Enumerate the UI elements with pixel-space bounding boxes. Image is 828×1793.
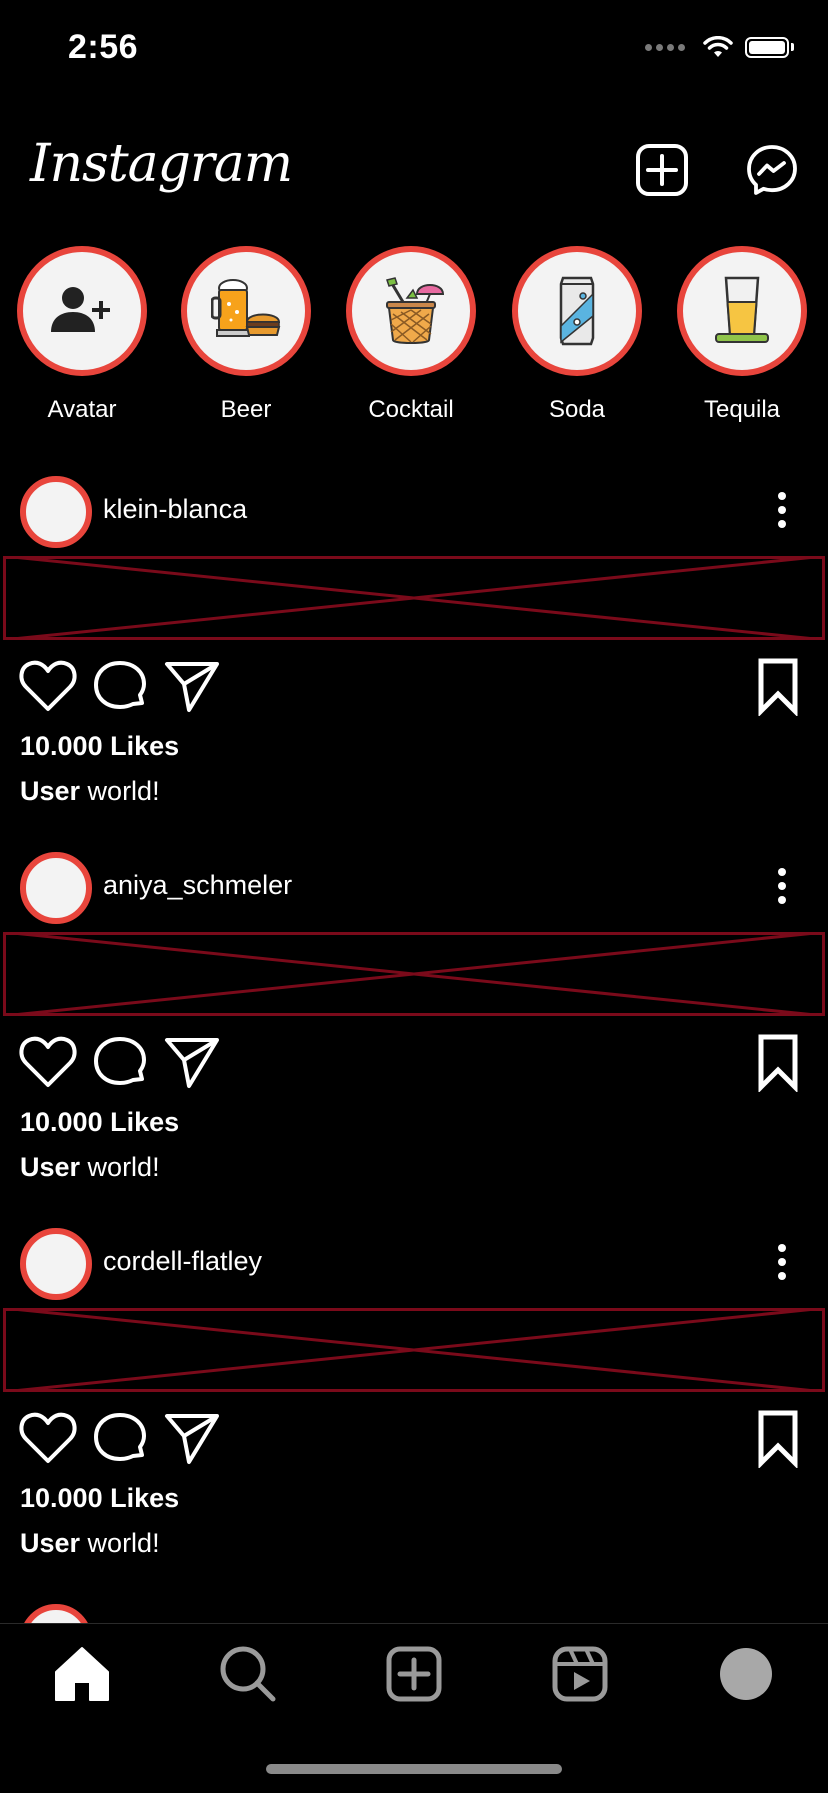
post-actions — [18, 1032, 808, 1092]
caption-text: world! — [80, 776, 160, 806]
like-heart-icon[interactable] — [18, 1032, 78, 1092]
soda-can-icon — [559, 276, 595, 346]
comment-icon[interactable] — [90, 1032, 150, 1092]
messenger-button[interactable] — [746, 144, 798, 196]
likes-count[interactable]: 10.000 Likes — [20, 1107, 179, 1138]
story-ring — [181, 246, 311, 376]
share-send-icon[interactable] — [162, 656, 222, 716]
search-icon[interactable] — [218, 1644, 278, 1704]
broken-image-placeholder — [3, 932, 825, 1016]
share-send-icon[interactable] — [162, 1032, 222, 1092]
bookmark-icon[interactable] — [748, 1408, 808, 1468]
likes-count[interactable]: 10.000 Likes — [20, 731, 179, 762]
post-avatar[interactable] — [20, 476, 92, 548]
broken-image-placeholder — [3, 556, 825, 640]
more-options-icon[interactable] — [770, 866, 794, 906]
bookmark-icon[interactable] — [748, 1032, 808, 1092]
beer-mug-burger-icon — [211, 279, 281, 337]
battery-icon — [745, 36, 789, 58]
story-ring — [677, 246, 807, 376]
comment-icon[interactable] — [90, 1408, 150, 1468]
story-cocktail[interactable]: Cocktail — [341, 246, 481, 424]
story-label: Cocktail — [368, 396, 454, 423]
post-username[interactable]: klein-blanca — [103, 494, 247, 525]
add-square-icon[interactable] — [384, 1644, 444, 1704]
story-label: Tequila — [703, 396, 781, 423]
story-label: Avatar — [47, 396, 117, 423]
share-send-icon[interactable] — [162, 1408, 222, 1468]
reels-icon[interactable] — [550, 1644, 610, 1704]
tequila-glass-icon — [715, 276, 769, 343]
post-caption: User world! — [20, 776, 160, 807]
home-icon[interactable] — [52, 1644, 112, 1704]
add-person-icon — [51, 287, 110, 332]
pineapple-cocktail-icon — [386, 277, 445, 344]
story-label: Beer — [220, 396, 272, 423]
caption-username[interactable]: User — [20, 1528, 80, 1558]
feed-post: cordell-flatley 10.000 Likes User world! — [0, 1228, 828, 1604]
story-ring — [512, 246, 642, 376]
comment-icon[interactable] — [90, 656, 150, 716]
feed-post: aniya_schmeler 10.000 Likes User world! — [0, 852, 828, 1228]
story-tequila[interactable]: Tequila — [672, 246, 812, 424]
post-avatar[interactable] — [20, 852, 92, 924]
home-indicator — [266, 1764, 562, 1774]
like-heart-icon[interactable] — [18, 1408, 78, 1468]
post-actions — [18, 656, 808, 716]
status-time: 2:56 — [68, 28, 139, 66]
story-soda[interactable]: Soda — [507, 246, 647, 424]
battery-cap — [791, 43, 794, 51]
story-avatar[interactable]: Avatar — [12, 246, 152, 424]
caption-text: world! — [80, 1528, 160, 1558]
wifi-icon — [703, 36, 733, 57]
likes-count[interactable]: 10.000 Likes — [20, 1483, 179, 1514]
story-beer[interactable]: Beer — [176, 246, 316, 424]
cellular-signal-icon — [645, 43, 685, 51]
post-avatar[interactable] — [20, 1228, 92, 1300]
post-caption: User world! — [20, 1152, 160, 1183]
profile-avatar-icon[interactable] — [716, 1644, 776, 1704]
story-ring — [346, 246, 476, 376]
like-heart-icon[interactable] — [18, 656, 78, 716]
new-post-button[interactable] — [636, 144, 688, 196]
post-actions — [18, 1408, 808, 1468]
bookmark-icon[interactable] — [748, 656, 808, 716]
post-caption: User world! — [20, 1528, 160, 1559]
post-username[interactable]: cordell-flatley — [103, 1246, 262, 1277]
app-logo: Instagram — [30, 134, 293, 194]
caption-text: world! — [80, 1152, 160, 1182]
caption-username[interactable]: User — [20, 1152, 80, 1182]
broken-image-placeholder — [3, 1308, 825, 1392]
status-icons — [645, 36, 794, 58]
post-username[interactable]: aniya_schmeler — [103, 870, 292, 901]
more-options-icon[interactable] — [770, 1242, 794, 1282]
story-label: Soda — [548, 396, 606, 423]
story-ring — [17, 246, 147, 376]
more-options-icon[interactable] — [770, 490, 794, 530]
caption-username[interactable]: User — [20, 776, 80, 806]
feed-post: klein-blanca 10.000 Likes User world! — [0, 476, 828, 852]
